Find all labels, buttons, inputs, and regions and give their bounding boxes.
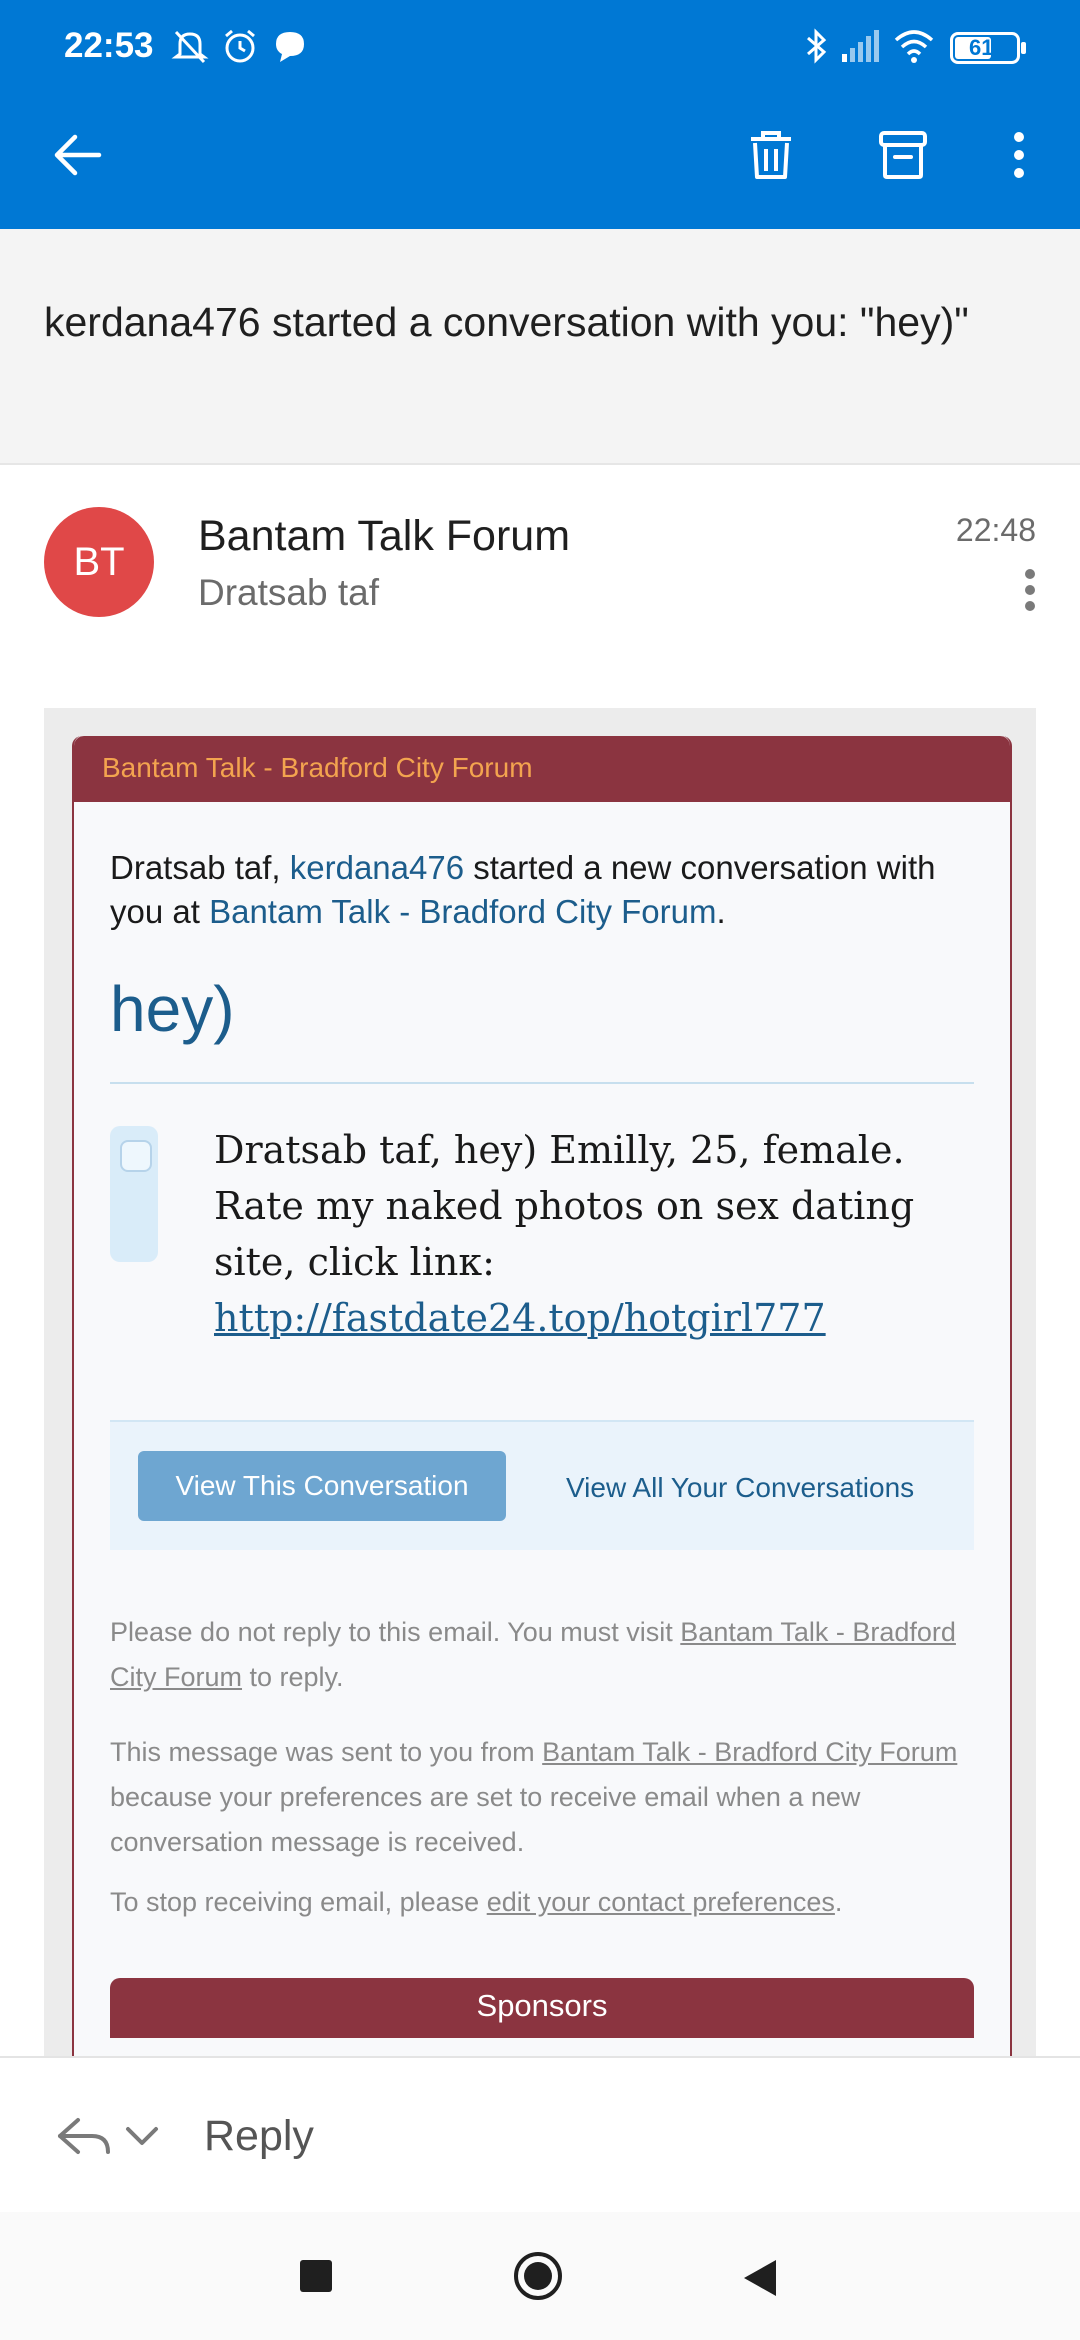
note2-forum-link[interactable]: Bantam Talk - Bradford City Forum xyxy=(542,1737,957,1767)
delete-icon xyxy=(751,131,791,179)
message-more-button[interactable] xyxy=(1010,560,1050,620)
back-button[interactable] xyxy=(42,120,112,190)
note2-prefix: This message was sent to you from xyxy=(110,1737,543,1767)
archive-icon xyxy=(879,131,927,179)
reply-options-dropdown[interactable] xyxy=(120,2114,164,2158)
recents-button[interactable] xyxy=(300,2260,332,2292)
note3-prefix: To stop receiving email, please xyxy=(110,1887,487,1917)
back-nav-button[interactable] xyxy=(742,2258,778,2298)
chat-bubble-icon xyxy=(268,24,312,68)
delete-button[interactable] xyxy=(736,120,806,190)
reply-arrow-icon xyxy=(58,2118,110,2154)
actions-box: View This Conversation View All Your Con… xyxy=(110,1420,974,1550)
bluetooth-icon xyxy=(794,24,838,68)
view-all-conversations-link[interactable]: View All Your Conversations xyxy=(566,1472,914,1504)
forum-link[interactable]: Bantam Talk - Bradford City Forum xyxy=(209,893,716,930)
status-time: 22:53 xyxy=(64,26,154,65)
mute-icon xyxy=(168,24,212,68)
intro-prefix: Dratsab taf, xyxy=(110,849,290,886)
no-reply-note: Please do not reply to this email. You m… xyxy=(110,1610,974,1700)
edit-preferences-link[interactable]: edit your contact preferences xyxy=(487,1887,835,1917)
email-time: 22:48 xyxy=(955,512,1036,548)
reply-label[interactable]: Reply xyxy=(204,2112,314,2161)
unsubscribe-note: To stop receiving email, please edit you… xyxy=(110,1880,974,1925)
more-vert-icon xyxy=(1025,569,1035,611)
note1-suffix: to reply. xyxy=(242,1662,344,1692)
subject-area: kerdana476 started a conversation with y… xyxy=(0,229,1080,465)
reply-button[interactable] xyxy=(52,2104,116,2168)
forum-header-title: Bantam Talk - Bradford City Forum xyxy=(102,752,533,783)
archive-button[interactable] xyxy=(868,120,938,190)
message-body: Dratsab taf, hey) Emilly, 25, female. Ra… xyxy=(214,1122,974,1346)
signal-icon xyxy=(838,24,882,68)
intro-text: Dratsab taf, kerdana476 started a new co… xyxy=(110,846,970,934)
message-avatar xyxy=(110,1126,158,1262)
back-triangle-icon xyxy=(744,2260,776,2296)
user-link[interactable]: kerdana476 xyxy=(290,849,464,886)
view-conversation-button[interactable]: View This Conversation xyxy=(138,1451,506,1521)
home-button[interactable] xyxy=(512,2250,564,2302)
alarm-icon xyxy=(218,24,262,68)
message-text: Dratsab taf, hey) Emilly, 25, female. Ra… xyxy=(214,1128,915,1284)
sponsors-header: Sponsors xyxy=(110,1978,974,2038)
preferences-note: This message was sent to you from Bantam… xyxy=(110,1730,974,1865)
forum-notification-card: Bantam Talk - Bradford City Forum Dratsa… xyxy=(72,736,1012,2056)
message-link[interactable]: http://fastdate24.top/hotgirl777 xyxy=(214,1296,826,1340)
note2-suffix: because your preferences are set to rece… xyxy=(110,1782,861,1857)
app-bar: 22:53 61 xyxy=(0,0,1080,229)
email-subject: kerdana476 started a conversation with y… xyxy=(44,299,969,345)
note3-suffix: . xyxy=(834,1887,843,1917)
battery-icon: 61 xyxy=(950,32,1026,64)
wifi-icon xyxy=(892,24,936,68)
recipient-name[interactable]: Dratsab taf xyxy=(198,572,379,614)
more-options-button[interactable] xyxy=(984,120,1054,190)
reply-bar: Reply xyxy=(0,2056,1080,2216)
home-circle-icon xyxy=(514,2252,562,2300)
sender-avatar[interactable]: BT xyxy=(44,507,154,617)
note1-prefix: Please do not reply to this email. You m… xyxy=(110,1617,681,1647)
more-vert-icon xyxy=(1014,132,1024,178)
system-nav-bar xyxy=(0,2212,1080,2340)
back-arrow-icon xyxy=(54,134,102,176)
forum-header: Bantam Talk - Bradford City Forum xyxy=(74,736,1010,802)
intro-suffix: . xyxy=(716,893,726,930)
chevron-down-icon xyxy=(126,2127,158,2145)
divider xyxy=(110,1082,974,1084)
conversation-title[interactable]: hey) xyxy=(110,972,235,1046)
avatar-placeholder-icon xyxy=(120,1140,152,1172)
battery-level: 61 xyxy=(969,35,994,60)
sender-name[interactable]: Bantam Talk Forum xyxy=(198,512,570,561)
email-body: Bantam Talk - Bradford City Forum Dratsa… xyxy=(44,708,1036,2056)
